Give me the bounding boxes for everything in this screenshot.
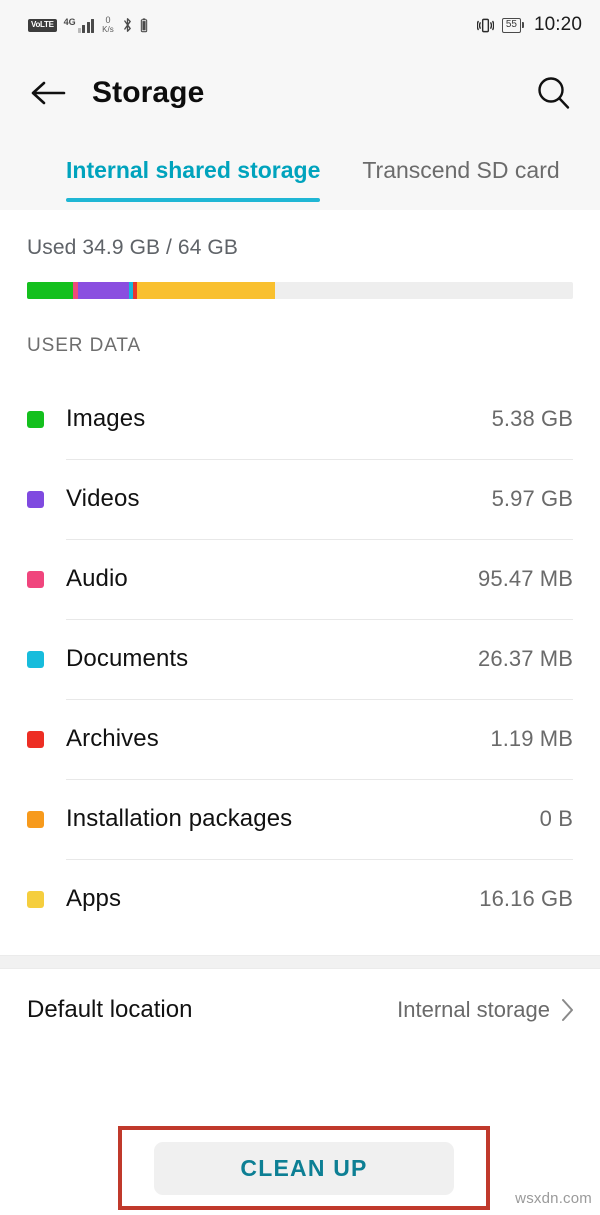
battery-status-icon: 55: [501, 17, 524, 33]
tab-label: Internal shared storage: [66, 157, 321, 183]
data-rate-unit: K/s: [102, 25, 114, 34]
user-data-list: Images 5.38 GB Videos 5.97 GB Audio 95.47 MB D…: [0, 379, 600, 939]
default-location-label: Default location: [27, 996, 193, 1023]
list-item-label: Apps: [66, 885, 122, 912]
battery-cap: [521, 22, 524, 28]
battery-percentage: 55: [505, 19, 517, 30]
list-item-size: 1.19 MB: [490, 726, 573, 751]
data-rate-value: 0: [105, 15, 111, 25]
cleanup-highlight-box: CLEAN UP: [118, 1126, 490, 1210]
list-item-label: Images: [66, 405, 146, 432]
search-icon: [538, 76, 570, 109]
category-color-swatch-icon: [27, 570, 44, 588]
usage-bar-segment-videos: [77, 282, 129, 299]
back-arrow-icon: [31, 81, 66, 104]
list-item-size: 95.47 MB: [478, 566, 573, 591]
app-bar: Storage: [0, 50, 600, 135]
usage-bar-segment-images: [27, 282, 73, 299]
cellular-signal-icon: 4G: [63, 16, 95, 33]
list-item-label: Documents: [66, 645, 189, 672]
status-bar-right: 55 10:20: [476, 14, 582, 36]
list-item-label: Videos: [66, 485, 140, 512]
clean-up-button[interactable]: CLEAN UP: [154, 1141, 454, 1195]
list-item-videos[interactable]: Videos 5.97 GB: [0, 459, 600, 539]
category-color-swatch-icon: [27, 490, 44, 508]
volte-icon: VoLTE: [28, 18, 57, 32]
storage-content: Used 34.9 GB / 64 GB USER DATA Images 5.3…: [0, 210, 600, 1051]
list-item-audio[interactable]: Audio 95.47 MB: [0, 539, 600, 619]
list-item-archives[interactable]: Archives 1.19 MB: [0, 699, 600, 779]
category-color-swatch-icon: [27, 810, 44, 828]
category-color-swatch-icon: [27, 730, 44, 748]
tab-internal-shared-storage[interactable]: Internal shared storage: [66, 135, 321, 210]
list-item-size: 16.16 GB: [479, 886, 573, 911]
vibrate-icon: [476, 18, 494, 32]
search-button[interactable]: [530, 70, 576, 116]
list-item-label: Audio: [66, 565, 128, 592]
signal-bars-icon: [77, 18, 95, 33]
storage-usage-bar: [27, 282, 573, 299]
default-location-value: Internal storage: [397, 997, 550, 1022]
default-location-row[interactable]: Default location Internal storage: [0, 969, 600, 1051]
list-item-size: 0 B: [539, 806, 573, 831]
watermark: wsxdn.com: [515, 1190, 592, 1207]
chevron-right-icon: [562, 999, 573, 1021]
list-item-label: Installation packages: [66, 805, 293, 832]
list-item-size: 5.97 GB: [491, 486, 573, 511]
tab-label: Transcend SD card: [362, 157, 560, 183]
storage-tabs: Internal shared storage Transcend SD car…: [0, 135, 600, 210]
list-item-label: Archives: [66, 725, 159, 752]
battery-body: 55: [501, 17, 521, 33]
usage-bar-segment-apps: [137, 282, 276, 299]
list-item-size: 5.38 GB: [491, 406, 573, 431]
bluetooth-icon: [123, 18, 131, 32]
status-bar: VoLTE 4G 0 K/s 55 10:20: [0, 0, 600, 50]
clean-up-button-label: CLEAN UP: [240, 1154, 368, 1181]
back-button[interactable]: [26, 71, 70, 115]
category-color-swatch-icon: [27, 890, 44, 908]
network-generation-label: 4G: [63, 16, 76, 27]
category-color-swatch-icon: [27, 650, 44, 668]
used-space-label: Used 34.9 GB / 64 GB: [27, 236, 238, 259]
data-rate-indicator: 0 K/s: [102, 16, 114, 34]
page-title: Storage: [92, 75, 205, 109]
list-item-size: 26.37 MB: [478, 646, 573, 671]
battery-small-icon: [140, 18, 147, 33]
list-item-apps[interactable]: Apps 16.16 GB: [0, 859, 600, 939]
category-color-swatch-icon: [27, 410, 44, 428]
tab-transcend-sd-card[interactable]: Transcend SD card: [362, 135, 559, 210]
status-bar-left: VoLTE 4G 0 K/s: [28, 16, 148, 34]
storage-usage-summary: Used 34.9 GB / 64 GB: [0, 210, 600, 299]
list-item-installation-packages[interactable]: Installation packages 0 B: [0, 779, 600, 859]
list-item-images[interactable]: Images 5.38 GB: [0, 379, 600, 459]
list-item-documents[interactable]: Documents 26.37 MB: [0, 619, 600, 699]
section-header-user-data: USER DATA: [27, 335, 142, 356]
section-divider: [0, 955, 600, 969]
status-bar-clock: 10:20: [533, 14, 582, 35]
